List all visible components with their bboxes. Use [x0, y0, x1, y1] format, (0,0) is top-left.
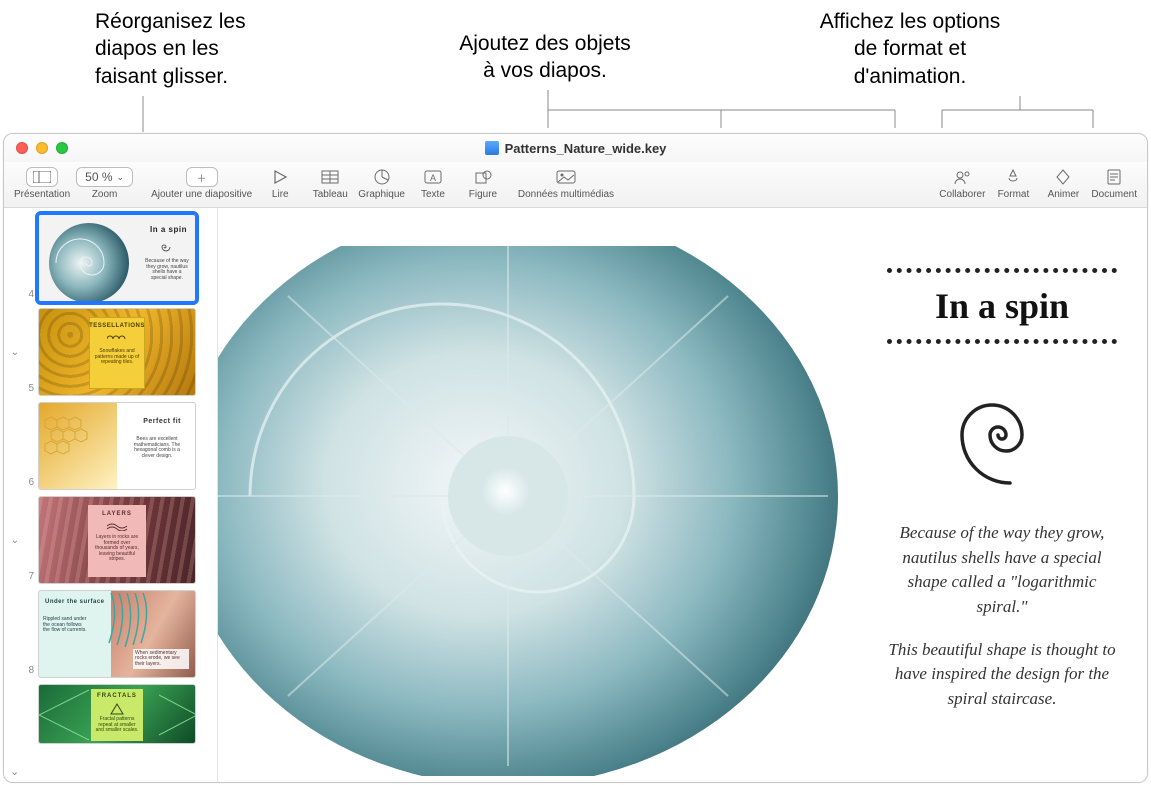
slide-number: 7 — [22, 571, 34, 582]
zoom-value: 50 % — [85, 170, 112, 184]
navigator-expand-toggle[interactable]: ⌄ — [10, 765, 19, 778]
collaborate-icon — [950, 167, 974, 187]
animate-button[interactable]: Animer — [1041, 167, 1085, 200]
slide-thumbnail[interactable]: FRACTALS Fractal patterns repeat at smal… — [38, 684, 196, 744]
animate-icon — [1051, 167, 1075, 187]
disclosure-toggle[interactable]: ⌄ — [8, 535, 22, 546]
spiral-icon — [947, 380, 1057, 490]
document-icon — [1102, 167, 1126, 187]
text-button[interactable]: A Texte — [411, 167, 455, 200]
format-button[interactable]: Format — [991, 167, 1035, 200]
svg-text:A: A — [430, 173, 436, 183]
callout-navigator: Réorganisez lesdiapos en lesfaisant glis… — [95, 8, 246, 90]
slide-thumbnail[interactable]: Under the surface Rippled sand under the… — [38, 590, 196, 678]
shape-icon — [471, 167, 495, 187]
callout-insert-objects: Ajoutez des objetsà vos diapos. — [430, 30, 660, 85]
table-button[interactable]: Tableau — [308, 167, 352, 200]
toolbar: Présentation 50 % ⌄ Zoom ＋ Ajouter une d… — [4, 162, 1147, 208]
chart-button[interactable]: Graphique — [358, 167, 405, 200]
chart-icon — [370, 167, 394, 187]
disclosure-toggle[interactable]: ⌄ — [8, 347, 22, 358]
view-options-button[interactable]: Présentation — [14, 167, 70, 200]
table-icon — [318, 167, 342, 187]
play-icon — [268, 167, 292, 187]
format-icon — [1001, 167, 1025, 187]
close-window-button[interactable] — [16, 142, 28, 154]
text-icon: A — [421, 167, 445, 187]
add-slide-button[interactable]: ＋ Ajouter une diapositive — [151, 167, 252, 200]
slide-number: 5 — [22, 383, 34, 394]
minimize-window-button[interactable] — [36, 142, 48, 154]
maximize-window-button[interactable] — [56, 142, 68, 154]
window-title: Patterns_Nature_wide.key — [505, 141, 667, 156]
slide-number: 8 — [22, 665, 34, 676]
slide-body-text[interactable]: Because of the way they grow, nautilus s… — [887, 521, 1117, 620]
slide-title[interactable]: In a spin — [887, 285, 1117, 327]
slide-body-text[interactable]: This beautiful shape is thought to have … — [887, 638, 1117, 712]
titlebar: Patterns_Nature_wide.key — [4, 134, 1147, 162]
slide-thumbnail[interactable]: LAYERS Layers in rocks are formed over t… — [38, 496, 196, 584]
media-button[interactable]: Données multimédias — [511, 167, 621, 200]
zoom-control[interactable]: 50 % ⌄ Zoom — [76, 167, 133, 200]
file-icon — [485, 141, 499, 155]
slide-number: 6 — [22, 477, 34, 488]
decorative-divider — [887, 339, 1117, 344]
slide-navigator[interactable]: 4 In a spin — [4, 208, 218, 782]
slide-canvas[interactable]: In a spin Because of the way they grow, … — [218, 208, 1147, 782]
chevron-down-icon: ⌄ — [117, 172, 125, 183]
plus-icon: ＋ — [186, 167, 218, 187]
slide-thumbnail[interactable]: Perfect fit Bees are excellent mathemati… — [38, 402, 196, 490]
view-icon — [26, 167, 58, 187]
document-button[interactable]: Document — [1091, 167, 1137, 200]
media-icon — [554, 167, 578, 187]
slide-thumbnail[interactable]: TESSELLATIONS Snowflakes and patterns ma… — [38, 308, 196, 396]
app-window: Patterns_Nature_wide.key Présentation 50… — [3, 133, 1148, 783]
decorative-divider — [887, 268, 1117, 273]
collaborate-button[interactable]: Collaborer — [939, 167, 985, 200]
slide-image — [218, 216, 868, 776]
callout-format-animate: Affichez les optionsde format etd'animat… — [770, 8, 1050, 90]
slide-thumbnail[interactable]: In a spin Because of the way they grow, … — [38, 214, 196, 302]
shape-button[interactable]: Figure — [461, 167, 505, 200]
play-button[interactable]: Lire — [258, 167, 302, 200]
slide-number: 4 — [22, 289, 34, 300]
